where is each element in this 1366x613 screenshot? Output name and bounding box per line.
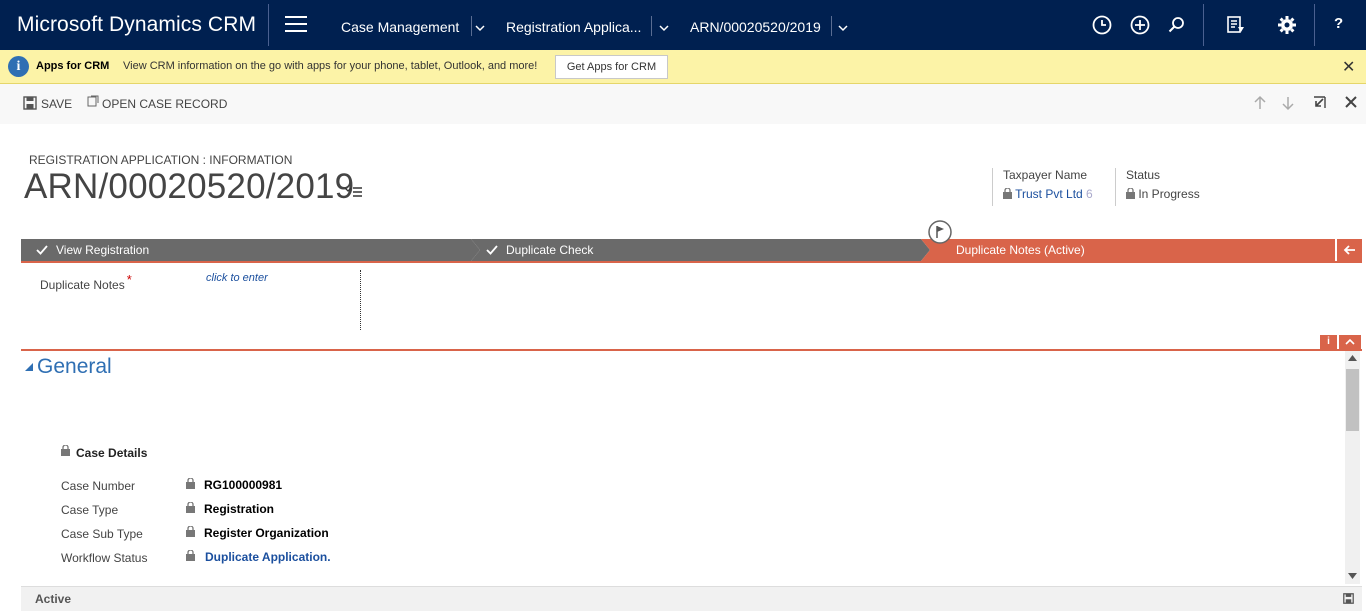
lock-icon — [186, 550, 195, 561]
check-icon — [36, 245, 48, 255]
recent-items-icon[interactable] — [1091, 14, 1113, 36]
tab-general-title[interactable]: General — [37, 355, 112, 379]
notification-message: View CRM information on the go with apps… — [123, 60, 538, 72]
pop-out-icon[interactable] — [1312, 95, 1327, 110]
save-icon[interactable] — [23, 96, 37, 110]
chevron-up-icon — [1345, 338, 1355, 345]
notification-bar: i Apps for CRM View CRM information on t… — [0, 50, 1366, 84]
arrow-down-icon[interactable] — [1281, 95, 1295, 111]
open-case-record-button[interactable]: OPEN CASE RECORD — [102, 97, 227, 111]
scroll-down-icon[interactable] — [1348, 573, 1357, 579]
nav-divider — [651, 16, 652, 36]
workflow-status-link[interactable]: Duplicate Application. — [205, 550, 331, 564]
taxpayer-suffix: 6 — [1086, 187, 1093, 201]
stage-label: Duplicate Check — [506, 243, 594, 257]
chevron-down-icon[interactable] — [838, 24, 848, 32]
collapse-up-button[interactable] — [1339, 335, 1361, 349]
stage-duplicate-check[interactable]: Duplicate Check — [469, 239, 932, 261]
app-brand[interactable]: Microsoft Dynamics CRM — [17, 13, 256, 37]
check-icon — [486, 245, 498, 255]
entity-form-label[interactable]: REGISTRATION APPLICATION : INFORMATION — [29, 153, 292, 167]
process-bar: View Registration Duplicate Check Duplic… — [21, 239, 1362, 261]
chevron-down-icon[interactable] — [475, 24, 485, 32]
case-sub-type-value: Register Organization — [204, 526, 329, 540]
stage-flag-icon[interactable] — [927, 219, 953, 245]
close-form-icon[interactable] — [1344, 95, 1358, 109]
vertical-scrollbar[interactable] — [1345, 351, 1360, 584]
open-record-icon[interactable] — [87, 95, 99, 107]
stage-duplicate-notes-active[interactable]: Duplicate Notes (Active) — [919, 239, 1335, 261]
nav-divider — [831, 16, 832, 36]
lock-icon — [1126, 187, 1135, 199]
help-icon[interactable]: ? — [1334, 15, 1343, 32]
arrow-up-icon[interactable] — [1253, 95, 1267, 111]
info-icon: i — [8, 56, 29, 77]
chevron-down-icon[interactable] — [659, 24, 669, 32]
duplicate-notes-input[interactable]: click to enter — [206, 272, 268, 284]
info-toggle-icon[interactable]: i — [1320, 335, 1337, 349]
notification-title: Apps for CRM — [36, 60, 110, 72]
save-icon[interactable] — [1343, 593, 1354, 604]
get-apps-button[interactable]: Get Apps for CRM — [555, 55, 668, 79]
field-label-case-sub-type: Case Sub Type — [61, 527, 143, 541]
header-field-label: Taxpayer Name — [1003, 168, 1088, 182]
status-bar: Active — [21, 586, 1362, 611]
top-navigation-bar: Microsoft Dynamics CRM Case Management R… — [0, 0, 1366, 50]
nav-divider — [1203, 4, 1204, 46]
lock-icon — [186, 502, 195, 513]
case-number-value: RG100000981 — [204, 478, 283, 492]
field-label-case-type: Case Type — [61, 503, 119, 517]
process-underline — [21, 261, 1362, 263]
collapse-triangle-icon[interactable] — [25, 363, 33, 371]
close-icon[interactable]: ✕ — [1342, 57, 1355, 77]
header-field-taxpayer: Taxpayer Name Trust Pvt Ltd 6 — [992, 168, 1093, 206]
header-field-status: Status In Progress — [1115, 168, 1200, 206]
taxpayer-name-link[interactable]: Trust Pvt Ltd — [1015, 187, 1083, 201]
lock-icon — [1003, 187, 1012, 199]
form-selector-icon[interactable] — [345, 186, 363, 198]
lock-icon — [186, 478, 195, 489]
stage-view-registration[interactable]: View Registration — [21, 239, 481, 261]
search-icon[interactable] — [1165, 14, 1187, 36]
record-title: ARN/00020520/2019 — [24, 167, 355, 206]
settings-gear-icon[interactable] — [1276, 14, 1298, 36]
advanced-find-icon[interactable] — [1225, 14, 1247, 36]
lock-icon — [61, 445, 70, 456]
nav-crumb-registration[interactable]: Registration Applica... — [506, 19, 641, 35]
nav-divider — [268, 4, 269, 46]
field-label-case-number: Case Number — [61, 479, 136, 493]
required-mark: * — [126, 272, 132, 287]
stage-label: View Registration — [56, 243, 150, 257]
status-value: In Progress — [1138, 187, 1200, 201]
save-button[interactable]: SAVE — [41, 97, 72, 111]
section-case-details: Case Details — [76, 446, 148, 460]
duplicate-notes-label: Duplicate Notes * — [40, 272, 132, 292]
create-new-icon[interactable] — [1129, 14, 1151, 36]
menu-icon[interactable] — [285, 16, 307, 32]
scrollbar-thumb[interactable] — [1346, 369, 1359, 431]
lock-icon — [186, 526, 195, 537]
command-bar: SAVE OPEN CASE RECORD — [0, 84, 1366, 124]
nav-divider — [471, 16, 472, 36]
collapse-process-button[interactable] — [1337, 239, 1362, 261]
record-state: Active — [35, 592, 72, 606]
field-label-workflow-status: Workflow Status — [61, 551, 148, 565]
nav-divider — [1314, 4, 1315, 46]
nav-crumb-case-management[interactable]: Case Management — [341, 19, 459, 35]
scroll-up-icon[interactable] — [1348, 355, 1357, 361]
process-bottom-border — [21, 349, 1362, 351]
arrow-left-icon — [1343, 245, 1355, 255]
field-divider — [360, 270, 361, 330]
header-field-label: Status — [1126, 168, 1161, 182]
nav-crumb-record[interactable]: ARN/00020520/2019 — [690, 19, 821, 35]
stage-label: Duplicate Notes (Active) — [956, 243, 1085, 257]
case-type-value: Registration — [204, 502, 275, 516]
